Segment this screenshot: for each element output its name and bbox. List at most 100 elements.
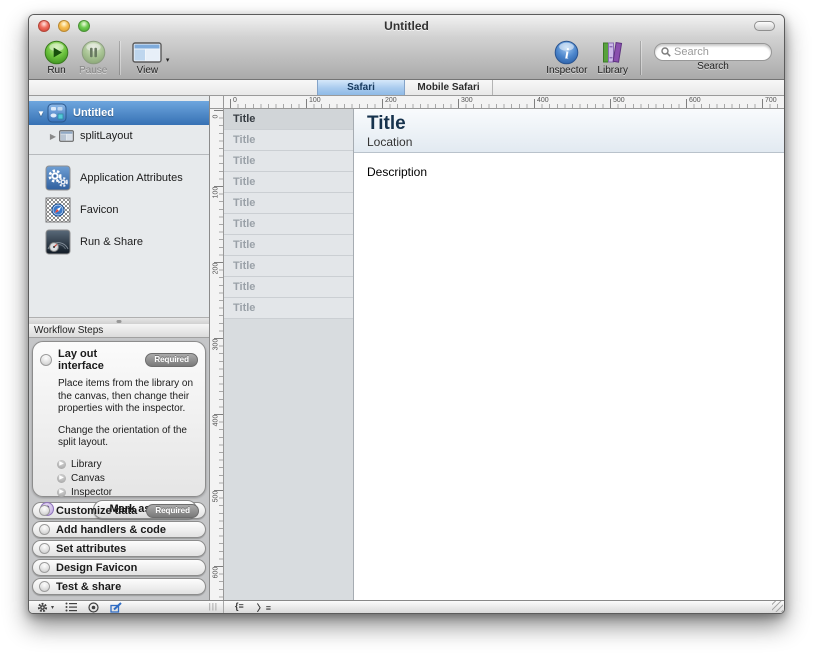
search-icon <box>661 47 671 57</box>
ruler-number: 700 <box>765 97 777 104</box>
workflow-step-title: Customize data <box>56 505 140 517</box>
minimize-button[interactable] <box>58 20 70 32</box>
chevron-down-icon: ▾ <box>166 56 170 64</box>
arrow-right-icon: ▶ <box>57 474 66 483</box>
ruler-corner <box>210 96 223 109</box>
main-area: ▼ Untitled <box>29 96 784 600</box>
tab[interactable]: Safari <box>317 80 405 95</box>
ruler-number: 600 <box>689 97 701 104</box>
list-row[interactable]: Title <box>224 130 353 151</box>
workflow-step-collapsed[interactable]: Test & share <box>32 578 206 595</box>
pause-label: Pause <box>79 65 107 76</box>
inspector-button[interactable]: i Inspector <box>546 39 587 76</box>
arrow-right-icon: ▶ <box>57 488 66 497</box>
run-label: Run <box>47 65 65 76</box>
detail-body[interactable]: Description <box>354 153 784 179</box>
ruler-number: 500 <box>213 486 220 508</box>
workflow-link[interactable]: ▶ Inspector <box>57 487 198 499</box>
workflow-step-text: Place items from the library on the canv… <box>58 378 196 416</box>
required-badge: Required <box>145 353 198 367</box>
required-badge: Required <box>146 504 199 518</box>
ruler-number: 300 <box>213 334 220 356</box>
list-row[interactable]: Title <box>224 193 353 214</box>
detail-location[interactable]: Location <box>367 135 784 149</box>
search-group: Search Search <box>654 41 772 72</box>
toolbar: Run Pause <box>29 37 784 80</box>
detail-title[interactable]: Title <box>367 112 784 135</box>
sidebar-item-label: Run & Share <box>80 236 143 248</box>
toolbar-toggle-button[interactable] <box>754 21 775 31</box>
toolbar-separator <box>640 41 641 75</box>
toolbar-separator <box>119 41 120 75</box>
list-row[interactable]: Title <box>224 235 353 256</box>
sidebar-item-splitlayout[interactable]: ▶ splitLayout <box>29 125 209 147</box>
workflow-link[interactable]: ▶ Canvas <box>57 473 198 485</box>
step-status-icon <box>39 562 50 573</box>
list-row[interactable]: Title <box>224 298 353 319</box>
edit-compose-icon[interactable] <box>110 602 122 613</box>
stack-frame-icon[interactable]: {≡ <box>235 601 244 614</box>
sidebar-item-application-attributes[interactable]: Application Attributes <box>29 162 209 194</box>
view-button[interactable]: ▾ View <box>132 39 162 76</box>
drag-grip-icon[interactable]: ||| <box>209 602 218 611</box>
ruler-number: 200 <box>213 258 220 280</box>
search-placeholder: Search <box>674 46 709 58</box>
record-icon[interactable] <box>88 602 99 613</box>
sidebar-item-favicon[interactable]: Favicon <box>29 194 209 226</box>
horizontal-ruler: 0100200300400500600700 <box>224 96 784 109</box>
run-button[interactable]: Run <box>44 39 69 76</box>
workflow-step-collapsed[interactable]: Design Favicon <box>32 559 206 576</box>
zoom-button[interactable] <box>78 20 90 32</box>
workflow-step-list: Customize data Required Add handlers & c… <box>32 502 206 595</box>
list-mode-icon[interactable] <box>65 602 77 612</box>
workflow-step-collapsed[interactable]: Add handlers & code <box>32 521 206 538</box>
titlebar[interactable]: Untitled <box>29 15 784 37</box>
list-row[interactable]: Title <box>224 214 353 235</box>
library-button[interactable]: Library <box>597 39 628 76</box>
detail-description[interactable]: Description <box>367 165 427 179</box>
list-row[interactable]: Title <box>224 256 353 277</box>
canvas[interactable]: Title Title Title Title Title Title <box>224 109 784 600</box>
gear-action-icon[interactable] <box>37 602 48 613</box>
source-list: ▼ Untitled <box>29 96 209 317</box>
list-row[interactable]: Title <box>224 172 353 193</box>
run-icon <box>44 39 69 65</box>
step-status-icon <box>39 581 50 592</box>
workflow-link-label: Canvas <box>71 473 105 484</box>
search-input[interactable]: Search <box>654 43 772 61</box>
list-row[interactable]: Title <box>224 109 353 130</box>
workflow-panel: Lay out interface Required Place items f… <box>29 338 209 600</box>
disclosure-right-icon[interactable]: ▶ <box>47 132 59 141</box>
list-row[interactable]: Title <box>224 151 353 172</box>
tab-bar: Safari Mobile Safari <box>29 80 784 96</box>
step-status-icon[interactable] <box>40 354 52 366</box>
ruler-number: 600 <box>213 562 220 584</box>
sidebar-divider <box>29 154 209 155</box>
ruler-number: 300 <box>461 97 473 104</box>
sidebar-item-project[interactable]: ▼ Untitled <box>29 101 209 125</box>
tab[interactable]: Mobile Safari <box>405 80 493 95</box>
step-status-icon <box>39 524 50 535</box>
library-icon <box>600 39 625 65</box>
chevron-down-icon[interactable]: ▾ <box>51 604 54 611</box>
step-list-icon[interactable]: 〉≡ <box>257 601 271 614</box>
ruler-number: 500 <box>613 97 625 104</box>
window-title: Untitled <box>29 15 784 37</box>
workflow-link-label: Library <box>71 459 102 470</box>
workflow-link[interactable]: ▶ Library <box>57 459 198 471</box>
sidebar-splitter[interactable] <box>29 317 209 324</box>
detail-header[interactable]: Title Location <box>354 109 784 153</box>
sidebar-item-label: Application Attributes <box>80 172 183 184</box>
list-row[interactable]: Title <box>224 277 353 298</box>
close-button[interactable] <box>38 20 50 32</box>
sidebar-item-run-share[interactable]: Run & Share <box>29 226 209 258</box>
sidebar-project-label: Untitled <box>73 107 114 119</box>
pause-button: Pause <box>79 39 107 76</box>
resize-grip[interactable] <box>772 601 783 612</box>
project-icon <box>47 103 67 123</box>
workflow-step-collapsed[interactable]: Customize data Required <box>32 502 206 519</box>
workflow-step-title: Test & share <box>56 581 199 593</box>
workflow-step-collapsed[interactable]: Set attributes <box>32 540 206 557</box>
dashcode-window: Untitled Run <box>28 14 785 614</box>
disclosure-down-icon[interactable]: ▼ <box>35 109 47 118</box>
